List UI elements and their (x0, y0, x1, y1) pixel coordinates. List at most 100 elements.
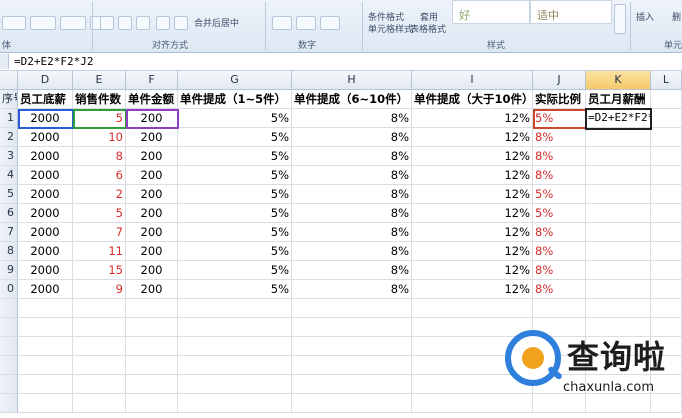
column-header-j[interactable]: J (533, 71, 586, 90)
cell-empty[interactable] (292, 318, 412, 337)
column-header-h[interactable]: H (292, 71, 412, 90)
cell-commission-over-10[interactable]: 12% (412, 280, 533, 299)
insert-button[interactable]: 插入 (636, 10, 654, 23)
cell-monthly-pay[interactable] (586, 147, 651, 166)
cell-sales-count[interactable]: 15 (73, 261, 126, 280)
cell-sales-count[interactable]: 7 (73, 223, 126, 242)
select-all-corner[interactable] (0, 71, 18, 90)
cell-empty[interactable] (126, 337, 178, 356)
header-commission-6-10[interactable]: 单件提成（6~10件） (292, 90, 412, 109)
cell-empty[interactable] (651, 223, 682, 242)
row-number[interactable]: 2 (0, 128, 18, 147)
cell-empty[interactable] (292, 375, 412, 394)
column-header-k[interactable]: K (586, 71, 651, 90)
align-left-icon[interactable] (100, 16, 114, 30)
cell-unit-amount[interactable]: 200 (126, 204, 178, 223)
fill-color-button[interactable] (30, 16, 56, 30)
cell-commission-1-5[interactable]: 5% (178, 204, 292, 223)
cell-monthly-pay[interactable] (586, 128, 651, 147)
cell-empty[interactable] (18, 375, 73, 394)
cell-monthly-pay[interactable] (586, 185, 651, 204)
cell-unit-amount[interactable]: 200 (126, 280, 178, 299)
cell-monthly-pay-editing[interactable]: =D2+E2*F2*J2 (586, 109, 651, 128)
cell-commission-6-10[interactable]: 8% (292, 204, 412, 223)
formula-bar-handle[interactable] (0, 54, 9, 69)
row-number[interactable]: 4 (0, 166, 18, 185)
row-number[interactable] (0, 394, 18, 413)
cell-base-salary[interactable]: 2000 (18, 261, 73, 280)
cell-base-salary[interactable]: 2000 (18, 204, 73, 223)
align-center-icon[interactable] (118, 16, 132, 30)
cell-empty[interactable] (292, 337, 412, 356)
cell-empty[interactable] (73, 356, 126, 375)
cell-empty[interactable] (178, 337, 292, 356)
column-header-e[interactable]: E (73, 71, 126, 90)
cell-empty[interactable] (126, 375, 178, 394)
increase-indent-icon[interactable] (174, 16, 188, 30)
header-commission-over-10[interactable]: 单件提成（大于10件） (412, 90, 533, 109)
cell-commission-over-10[interactable]: 12% (412, 261, 533, 280)
cell-commission-6-10[interactable]: 8% (292, 242, 412, 261)
cell-commission-over-10[interactable]: 12% (412, 109, 533, 128)
cell-actual-ratio[interactable]: 8% (533, 128, 586, 147)
cell-base-salary[interactable]: 2000 (18, 166, 73, 185)
cell-empty[interactable] (651, 242, 682, 261)
align-right-icon[interactable] (136, 16, 150, 30)
cell-empty[interactable] (18, 394, 73, 413)
cell-unit-amount[interactable]: 200 (126, 166, 178, 185)
cell-empty[interactable] (651, 185, 682, 204)
row-number[interactable]: 序号 (0, 90, 18, 109)
cell-monthly-pay[interactable] (586, 261, 651, 280)
cell-commission-1-5[interactable]: 5% (178, 166, 292, 185)
cell-empty[interactable] (292, 394, 412, 413)
cell-commission-1-5[interactable]: 5% (178, 223, 292, 242)
column-header-g[interactable]: G (178, 71, 292, 90)
cell-empty[interactable] (73, 299, 126, 318)
row-number[interactable]: 6 (0, 204, 18, 223)
header-unit-amount[interactable]: 单件金额 (126, 90, 178, 109)
cell-commission-over-10[interactable]: 12% (412, 223, 533, 242)
cell-empty[interactable] (18, 299, 73, 318)
row-number[interactable]: 3 (0, 147, 18, 166)
cell-actual-ratio[interactable]: 8% (533, 242, 586, 261)
cell-commission-6-10[interactable]: 8% (292, 185, 412, 204)
cell-base-salary[interactable]: 2000 (18, 147, 73, 166)
cell-empty[interactable] (651, 147, 682, 166)
cell-actual-ratio[interactable]: 5% (533, 109, 586, 128)
cell-actual-ratio[interactable]: 5% (533, 185, 586, 204)
cell-unit-amount[interactable]: 200 (126, 147, 178, 166)
formula-input[interactable]: =D2+E2*F2*J2 (14, 55, 93, 68)
cell-commission-1-5[interactable]: 5% (178, 280, 292, 299)
cell-actual-ratio[interactable]: 8% (533, 223, 586, 242)
header-monthly-pay[interactable]: 员工月薪酬 (586, 90, 651, 109)
cell-commission-1-5[interactable]: 5% (178, 147, 292, 166)
cell-unit-amount[interactable]: 200 (126, 185, 178, 204)
cell-empty[interactable] (292, 356, 412, 375)
cell-empty[interactable] (73, 318, 126, 337)
style-good[interactable]: 好 (452, 0, 530, 24)
cell-empty[interactable] (178, 375, 292, 394)
column-header-i[interactable]: I (412, 71, 533, 90)
cell-sales-count[interactable]: 10 (73, 128, 126, 147)
cell-empty[interactable] (126, 394, 178, 413)
header-sales-count[interactable]: 销售件数 (73, 90, 126, 109)
column-header-d[interactable]: D (18, 71, 73, 90)
style-neutral[interactable]: 适中 (530, 0, 612, 24)
cell-empty[interactable] (651, 109, 682, 128)
cell-unit-amount[interactable]: 200 (126, 109, 178, 128)
cell-empty[interactable] (651, 280, 682, 299)
cell-commission-6-10[interactable]: 8% (292, 223, 412, 242)
column-header-l[interactable]: L (651, 71, 682, 90)
header-commission-1-5[interactable]: 单件提成（1~5件） (178, 90, 292, 109)
row-number[interactable] (0, 318, 18, 337)
cell-commission-6-10[interactable]: 8% (292, 261, 412, 280)
cell-commission-1-5[interactable]: 5% (178, 185, 292, 204)
cell-base-salary[interactable]: 2000 (18, 223, 73, 242)
cell-commission-1-5[interactable]: 5% (178, 128, 292, 147)
cell-actual-ratio[interactable]: 8% (533, 166, 586, 185)
cell-monthly-pay[interactable] (586, 204, 651, 223)
cell-commission-6-10[interactable]: 8% (292, 166, 412, 185)
cell-empty[interactable] (651, 90, 682, 109)
cell-commission-1-5[interactable]: 5% (178, 109, 292, 128)
cell-sales-count[interactable]: 6 (73, 166, 126, 185)
